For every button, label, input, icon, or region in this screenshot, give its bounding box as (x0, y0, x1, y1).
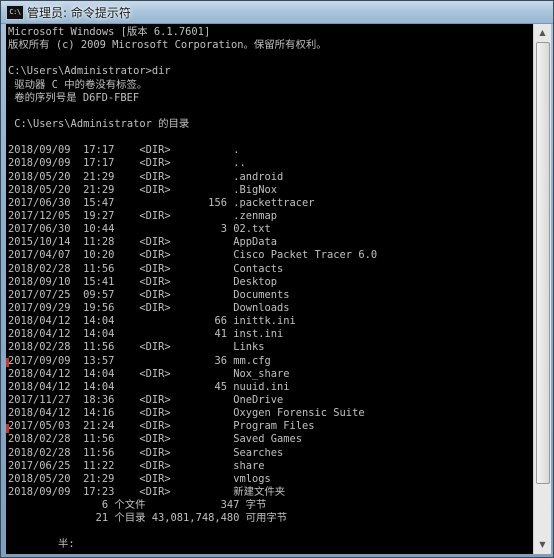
console-line: 2018/02/28 11:56 <DIR> Contacts (8, 262, 284, 275)
console-output-area[interactable]: Microsoft Windows [版本 6.1.7601] 版权所有 (c) … (6, 24, 533, 554)
console-line: Microsoft Windows [版本 6.1.7601] (8, 26, 211, 38)
console-line: 2015/10/14 11:28 <DIR> AppData (8, 236, 277, 249)
console-line: 2018/02/28 11:56 <DIR> Searches (8, 446, 284, 459)
scroll-down-arrow-icon[interactable]: ▼ (536, 538, 549, 552)
console-line: 2018/04/12 14:04 45 nuuid.ini (8, 380, 290, 393)
console-line: 2017/11/27 18:36 <DIR> OneDrive (8, 393, 284, 406)
command-prompt-window: C:\ 管理员: 命令提示符 Microsoft Windows [版本 6.1… (0, 0, 554, 558)
console-line: 2018/05/20 21:29 <DIR> .android (8, 170, 284, 183)
console-line: 2017/05/03 21:24 <DIR> Program Files (8, 420, 315, 433)
console-line: 2018/09/09 17:23 <DIR> 新建文件夹 (8, 485, 286, 498)
console-line: 2017/09/09 13:57 36 mm.cfg (8, 354, 271, 367)
console-line: 21 个目录 43,081,748,480 可用字节 (8, 512, 288, 525)
console-line: 2018/04/12 14:16 <DIR> Oxygen Forensic S… (8, 407, 365, 420)
console-line: 2017/07/25 09:57 <DIR> Documents (8, 288, 290, 301)
console-line: 驱动器 C 中的卷没有标签。 (8, 78, 148, 91)
console-line: 半: (8, 538, 75, 551)
edge-marker (6, 358, 9, 367)
vertical-scrollbar[interactable]: ▲ ▼ (533, 24, 551, 554)
scrollbar-thumb[interactable] (536, 42, 550, 484)
console-line: 2018/04/12 14:04 <DIR> Nox_share (8, 367, 290, 380)
console-line: 2017/06/25 11:22 <DIR> share (8, 459, 265, 472)
console-line: 6 个文件 347 字节 (8, 499, 267, 512)
console-line: 2018/04/12 14:04 66 inittk.ini (8, 315, 296, 328)
console-text: Microsoft Windows [版本 6.1.7601] 版权所有 (c) … (8, 26, 377, 552)
console-line: 2018/02/28 11:56 <DIR> Saved Games (8, 433, 303, 446)
scroll-up-arrow-icon[interactable]: ▲ (536, 26, 549, 40)
window-title: 管理员: 命令提示符 (27, 6, 131, 20)
console-line: 2018/09/09 17:17 <DIR> . (8, 144, 240, 157)
title-bar[interactable]: C:\ 管理员: 命令提示符 (1, 1, 553, 24)
console-line: 卷的序列号是 D6FD-FBEF (8, 91, 140, 104)
console-line: 2017/06/30 15:47 156 .packettracer (8, 196, 315, 209)
edge-marker (6, 424, 9, 433)
console-line: 2018/04/12 14:04 41 inst.ini (8, 328, 284, 341)
console-app-icon[interactable]: C:\ (6, 5, 24, 20)
console-line: 2017/12/05 19:27 <DIR> .zenmap (8, 209, 277, 222)
console-line: 版权所有 (c) 2009 Microsoft Corporation。保留所有… (8, 39, 327, 52)
console-line: C:\Users\Administrator>dir (8, 65, 171, 78)
console-line: 2018/05/20 21:29 <DIR> .BigNox (8, 183, 277, 196)
console-line: 2018/05/20 21:29 <DIR> vmlogs (8, 472, 271, 485)
console-line: 2018/09/09 17:17 <DIR> .. (8, 157, 246, 170)
console-line: 2018/02/28 11:56 <DIR> Links (8, 341, 265, 354)
console-line: 2017/04/07 10:20 <DIR> Cisco Packet Trac… (8, 249, 378, 262)
console-line: C:\Users\Administrator 的目录 (8, 117, 190, 130)
console-line: 2018/09/10 15:41 <DIR> Desktop (8, 275, 277, 288)
console-line: 2017/09/29 19:56 <DIR> Downloads (8, 301, 290, 314)
console-line: 2017/06/30 10:44 3 02.txt (8, 223, 271, 236)
